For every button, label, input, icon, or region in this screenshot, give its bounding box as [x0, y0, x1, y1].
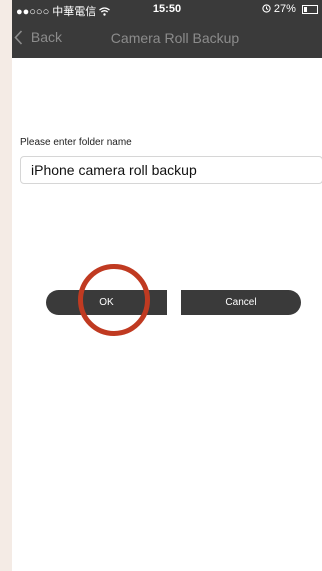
status-bar: ●●○○○ 中華電信 15:50 27% [12, 0, 322, 20]
cancel-button[interactable]: Cancel [181, 290, 301, 315]
status-right-group: 27% [262, 3, 318, 15]
alarm-icon [262, 3, 274, 15]
folder-name-input[interactable] [20, 156, 322, 184]
ok-button[interactable]: OK [46, 290, 167, 315]
phone-screen: ●●○○○ 中華電信 15:50 27% Back Camera Roll Ba… [12, 0, 322, 571]
battery-icon [302, 4, 318, 14]
navigation-bar: Back Camera Roll Backup [12, 20, 322, 58]
page-title: Camera Roll Backup [110, 30, 240, 46]
folder-name-label: Please enter folder name [20, 137, 132, 148]
screenshot-frame: ●●○○○ 中華電信 15:50 27% Back Camera Roll Ba… [0, 0, 322, 571]
battery-percent: 27% [273, 3, 296, 15]
battery-level-fill [304, 6, 307, 12]
